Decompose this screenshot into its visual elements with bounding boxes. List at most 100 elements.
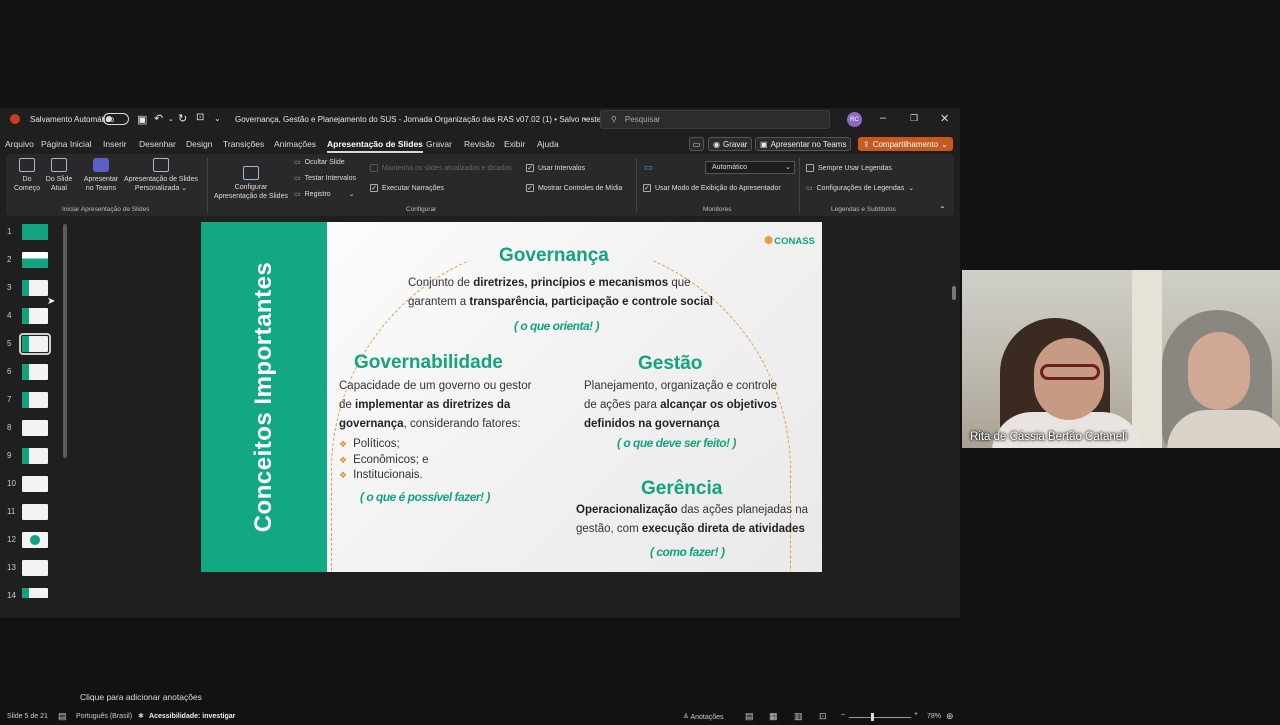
gestao-tagline: ( o que deve ser feito! )	[617, 436, 736, 450]
rehearse-timings-button[interactable]: ▭ Testar Intervalos	[294, 174, 356, 183]
document-title[interactable]: Governança, Gestão e Planejamento do SUS…	[235, 115, 614, 124]
search-box[interactable]: ⚲ Pesquisar	[600, 110, 830, 129]
customize-toolbar-icon[interactable]: ⌄	[214, 114, 221, 123]
thumbnail-13[interactable]: 13	[0, 560, 70, 580]
thumbnail-12[interactable]: 12	[0, 532, 70, 552]
presenter-view-checkbox[interactable]: ✓ Usar Modo de Exibição do Apresentador	[643, 184, 781, 192]
thumbnail-number: 2	[7, 255, 12, 264]
thumbnail-9[interactable]: 9	[0, 448, 70, 468]
tab-transicoes[interactable]: Transições	[223, 139, 264, 149]
current-slide[interactable]: Conceitos Importantes ✺CONASS Governança…	[201, 222, 822, 572]
thumbnail-8[interactable]: 8	[0, 420, 70, 440]
participant-name: Rita de Cássia Bertão Cataneli	[970, 431, 1128, 443]
tab-pagina-inicial[interactable]: Página Inicial	[41, 139, 92, 149]
thumbnail-image	[22, 280, 48, 296]
group-start-label: Iniciar Apresentação de Slides	[62, 206, 150, 213]
tab-revisao[interactable]: Revisão	[464, 139, 495, 149]
thumbnail-3[interactable]: 3	[0, 280, 70, 300]
from-beginning-button[interactable]: Do Começo	[12, 158, 42, 194]
monitor-select[interactable]: Automático ⌄	[705, 161, 795, 174]
reading-view-icon[interactable]: ▥	[794, 711, 803, 722]
record-label: Gravar	[722, 139, 748, 149]
undo-dropdown-icon[interactable]: ⌄	[168, 115, 174, 123]
thumbnail-6[interactable]: 6	[0, 364, 70, 384]
always-captions-checkbox[interactable]: Sempre Usar Legendas	[806, 164, 892, 172]
restore-icon[interactable]: ❐	[910, 113, 918, 124]
thumbnail-4[interactable]: 4	[0, 308, 70, 328]
close-icon[interactable]: ✕	[940, 112, 949, 125]
share-button[interactable]: ⇪ Compartilhamento ⌄	[858, 137, 953, 151]
redo-icon[interactable]: ↻	[178, 112, 187, 125]
gestao-text: Planejamento, organização e controle de …	[584, 380, 778, 430]
language-indicator[interactable]: Português (Brasil)	[76, 713, 132, 720]
timer-icon: ▭	[294, 175, 301, 182]
notes-pane[interactable]: Clique para adicionar anotações	[74, 689, 954, 705]
tab-desenhar[interactable]: Desenhar	[139, 139, 176, 149]
caption-settings-button[interactable]: ▭ Configurações de Legendas ⌄	[806, 184, 914, 193]
thumbnail-image	[22, 224, 48, 240]
accessibility-status[interactable]: Acessibilidade: investigar	[149, 713, 235, 720]
ribbon-separator	[207, 158, 208, 212]
record-button[interactable]: ◉ Gravar	[708, 137, 753, 151]
use-timings-checkbox[interactable]: ✓ Usar Intervalos	[526, 164, 585, 172]
thumbnail-1[interactable]: 1	[0, 224, 70, 244]
collapse-ribbon-icon[interactable]: ⌃	[939, 205, 946, 214]
thumbnail-image	[19, 333, 51, 355]
group-captions-label: Legendas e Subtítulos	[831, 206, 896, 213]
save-icon[interactable]: ▣	[137, 113, 147, 126]
always-captions-label: Sempre Usar Legendas	[818, 164, 892, 172]
from-current-button[interactable]: Do Slide Atual	[43, 158, 75, 194]
tab-arquivo[interactable]: Arquivo	[5, 139, 34, 149]
thumbnail-5[interactable]: 5	[0, 333, 70, 356]
tab-ajuda[interactable]: Ajuda	[537, 139, 559, 149]
governanca-heading: Governança	[499, 245, 609, 266]
custom-show-button[interactable]: Apresentação de Slides Personalizada ⌄	[120, 158, 202, 194]
present-teams-ribbon-button[interactable]: Apresentar no Teams	[80, 158, 122, 194]
thumbnail-scrollbar[interactable]	[63, 224, 67, 458]
present-teams-label-2: no Teams	[85, 184, 117, 192]
minimize-icon[interactable]: –	[880, 112, 886, 124]
editor-scrollbar[interactable]	[952, 286, 956, 300]
tab-animacoes[interactable]: Animações	[274, 139, 316, 149]
keep-updated-label: Mantenha os slides atualizados e dicados	[382, 164, 512, 172]
record-dropdown[interactable]: ▭ Registro ⌄	[294, 190, 355, 199]
thumbnail-10[interactable]: 10	[0, 476, 70, 496]
autosave-toggle[interactable]	[103, 113, 129, 125]
tab-exibir[interactable]: Exibir	[504, 139, 525, 149]
governanca-text: Conjunto de diretrizes, princípios e mec…	[408, 277, 713, 308]
zoom-in-icon[interactable]: +	[914, 711, 918, 718]
presenter-view-label: Usar Modo de Exibição do Apresentador	[655, 184, 781, 192]
thumbnail-11[interactable]: 11	[0, 504, 70, 524]
play-narrations-checkbox[interactable]: ✓ Executar Narrações	[370, 184, 444, 192]
custom-slideshow-icon	[153, 158, 169, 172]
fit-slide-icon[interactable]: ⊕	[946, 711, 954, 722]
comments-button[interactable]: ▭	[689, 137, 704, 151]
show-media-controls-checkbox[interactable]: ✓ Mostrar Controles de Mídia	[526, 184, 622, 192]
zoom-level[interactable]: 78%	[927, 713, 941, 720]
hide-slide-button[interactable]: ▭ Ocultar Slide	[294, 158, 345, 167]
zoom-out-icon[interactable]: –	[841, 711, 845, 718]
setup-show-button[interactable]: Configurar Apresentação de Slides	[210, 166, 292, 202]
tab-gravar[interactable]: Gravar	[426, 139, 452, 149]
present-teams-button[interactable]: ▣ Apresentar no Teams	[755, 137, 852, 151]
tab-apresentacao[interactable]: Apresentação de Slides	[327, 139, 423, 153]
conass-logo: ✺CONASS	[764, 234, 816, 247]
undo-icon[interactable]: ↶	[154, 112, 163, 125]
zoom-slider-track[interactable]	[849, 717, 911, 718]
thumbnail-7[interactable]: 7	[0, 392, 70, 412]
present-icon[interactable]: ⊡	[196, 112, 204, 123]
participant-video: Rita de Cássia Bertão Cataneli	[962, 270, 1280, 448]
title-dropdown-icon[interactable]: ⌄	[582, 114, 588, 122]
avatar[interactable]: RC	[847, 112, 862, 127]
thumbnail-number: 4	[7, 311, 12, 320]
spellcheck-icon[interactable]: ▤	[58, 711, 67, 722]
background-pillar	[1132, 270, 1162, 448]
slide-sorter-icon[interactable]: ▦	[769, 711, 778, 722]
tab-design[interactable]: Design	[186, 139, 212, 149]
thumbnail-14[interactable]: 14	[0, 588, 70, 598]
tab-inserir[interactable]: Inserir	[103, 139, 127, 149]
thumbnail-2[interactable]: 2	[0, 252, 70, 272]
thumbnail-image	[22, 252, 48, 268]
normal-view-icon[interactable]: ▤	[745, 711, 754, 722]
slideshow-view-icon[interactable]: ⊡	[819, 711, 827, 722]
